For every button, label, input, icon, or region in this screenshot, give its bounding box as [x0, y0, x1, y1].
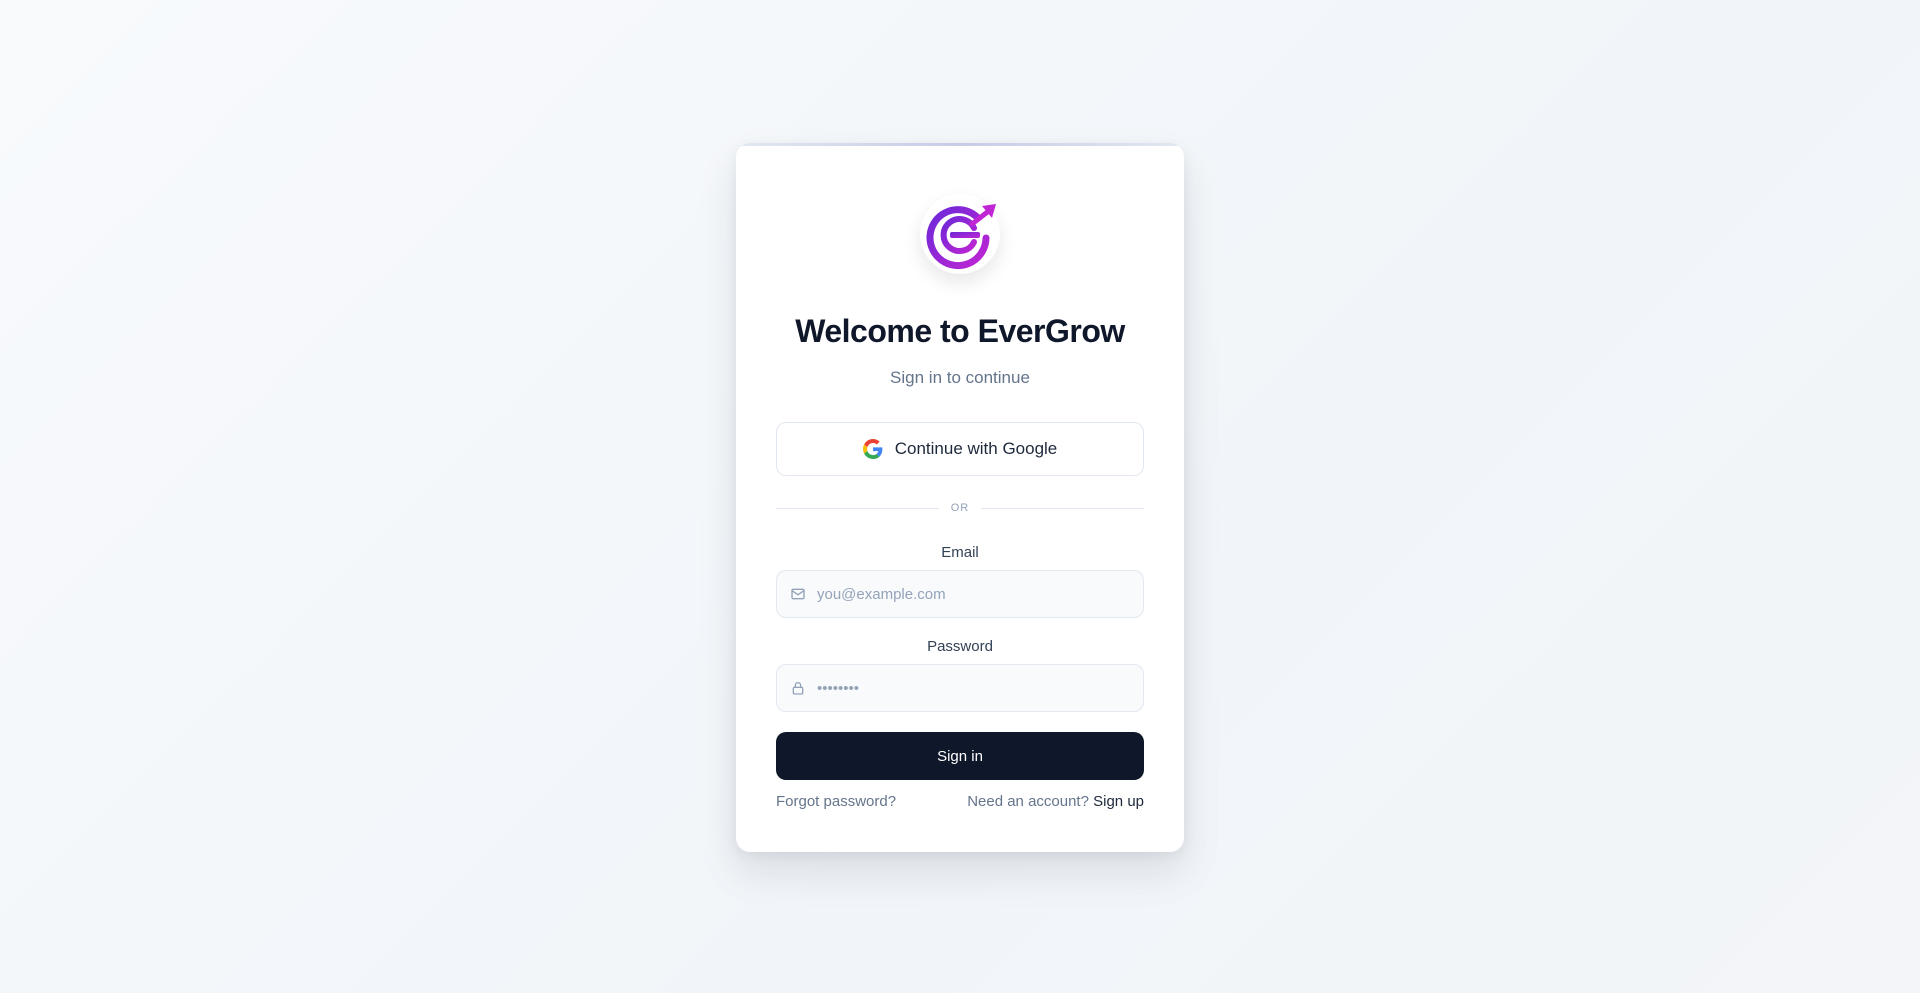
password-label: Password: [927, 638, 993, 655]
password-field-wrapper[interactable]: [776, 664, 1144, 712]
logo-badge: [920, 194, 1000, 274]
footer-links: Forgot password? Need an account? Sign u…: [776, 793, 1144, 810]
google-signin-label: Continue with Google: [894, 439, 1058, 458]
email-input[interactable]: [817, 571, 1143, 617]
divider-line-right: [981, 507, 1144, 509]
signup-prompt: Need an account? Sign up: [967, 793, 1144, 810]
mail-icon: [789, 585, 807, 603]
need-account-text: Need an account?: [967, 793, 1094, 810]
google-signin-button[interactable]: Continue with Google: [776, 422, 1144, 476]
lock-icon: [789, 679, 807, 697]
email-label: Email: [941, 544, 979, 561]
google-icon: [862, 439, 883, 459]
divider-label: OR: [950, 502, 970, 514]
evergrow-logo-icon: [926, 204, 996, 270]
password-input[interactable]: [817, 665, 1143, 711]
forgot-password-link[interactable]: Forgot password?: [776, 793, 896, 810]
divider-line-left: [776, 507, 939, 509]
signin-button[interactable]: Sign in: [776, 732, 1144, 780]
card-accent-bar: [736, 143, 1184, 146]
or-divider: OR: [776, 499, 1144, 517]
page-subtitle: Sign in to continue: [890, 368, 1030, 387]
login-card: Welcome to EverGrow Sign in to continue …: [736, 143, 1184, 852]
email-field-wrapper[interactable]: [776, 570, 1144, 618]
page-title: Welcome to EverGrow: [795, 313, 1125, 349]
signup-link[interactable]: Sign up: [1093, 793, 1144, 810]
